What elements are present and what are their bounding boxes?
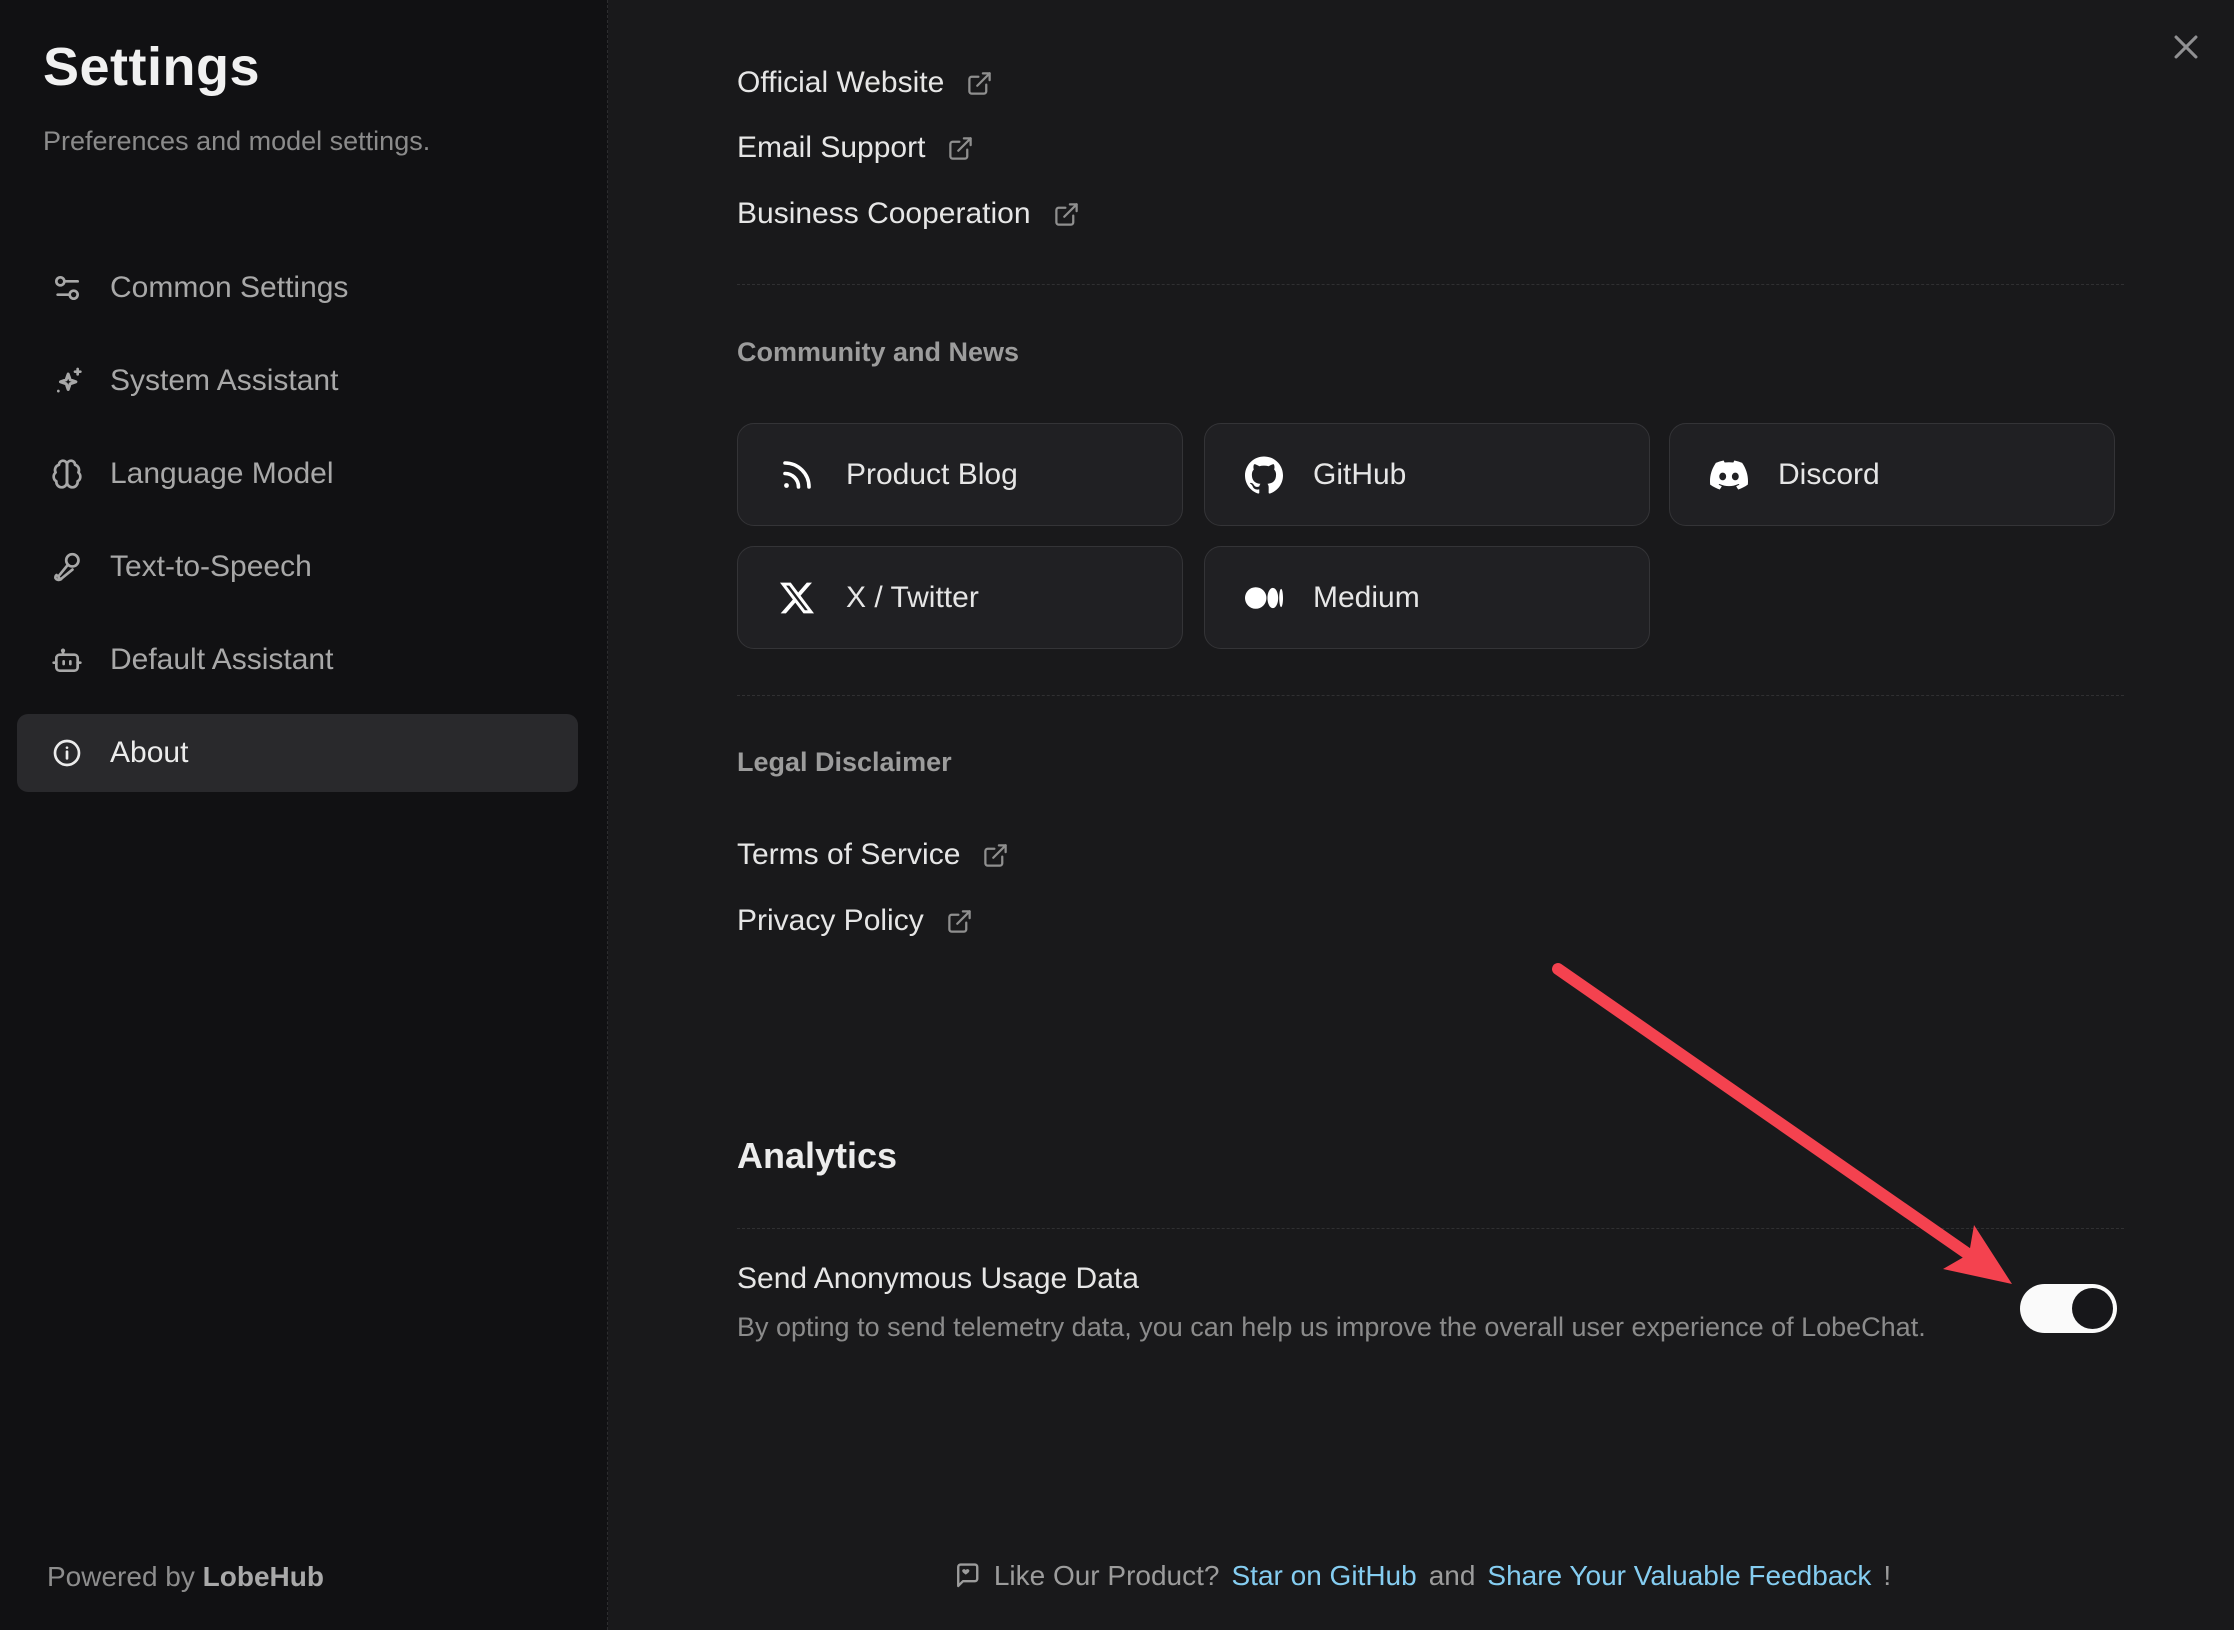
footer-text: ! xyxy=(1883,1560,1891,1592)
sliders-icon xyxy=(50,271,84,305)
share-feedback-link[interactable]: Share Your Valuable Feedback xyxy=(1487,1560,1871,1592)
analytics-heading: Analytics xyxy=(737,1135,897,1177)
footer-text: and xyxy=(1429,1560,1476,1592)
sidebar-item-label: Language Model xyxy=(110,457,334,491)
privacy-policy-link[interactable]: Privacy Policy xyxy=(737,901,973,941)
link-label: Email Support xyxy=(737,131,925,165)
github-icon xyxy=(1245,456,1283,494)
info-icon xyxy=(50,736,84,770)
github-button[interactable]: GitHub xyxy=(1204,423,1650,526)
section-divider xyxy=(737,695,2124,696)
message-heart-icon xyxy=(951,1561,982,1592)
close-icon xyxy=(2169,30,2203,64)
feedback-footer: Like Our Product? Star on GitHub and Sha… xyxy=(608,1560,2234,1592)
settings-sidebar: Settings Preferences and model settings.… xyxy=(0,0,608,1630)
email-support-link[interactable]: Email Support xyxy=(737,128,974,168)
discord-icon xyxy=(1710,456,1748,494)
bot-icon xyxy=(50,643,84,677)
external-link-icon xyxy=(966,70,993,97)
about-panel: Contact Us Official Website Email Suppor… xyxy=(608,0,2234,1630)
settings-nav: Common Settings System Assistant Languag… xyxy=(17,249,578,792)
sidebar-item-text-to-speech[interactable]: Text-to-Speech xyxy=(17,528,578,606)
sidebar-item-default-assistant[interactable]: Default Assistant xyxy=(17,621,578,699)
x-twitter-icon xyxy=(778,579,816,617)
sidebar-item-label: Common Settings xyxy=(110,271,348,305)
button-label: Product Blog xyxy=(846,458,1018,492)
settings-modal: Settings Preferences and model settings.… xyxy=(0,0,2234,1630)
external-link-icon xyxy=(946,908,973,935)
close-button[interactable] xyxy=(2164,25,2208,69)
link-label: Business Cooperation xyxy=(737,197,1031,231)
page-title: Settings xyxy=(43,36,260,98)
button-label: GitHub xyxy=(1313,458,1406,492)
telemetry-setting-title: Send Anonymous Usage Data xyxy=(737,1262,1139,1296)
sidebar-item-about[interactable]: About xyxy=(17,714,578,792)
contact-us-heading: Contact Us xyxy=(737,0,895,7)
sidebar-item-common-settings[interactable]: Common Settings xyxy=(17,249,578,327)
external-link-icon xyxy=(982,842,1009,869)
medium-icon xyxy=(1245,579,1283,617)
telemetry-toggle[interactable] xyxy=(2020,1284,2117,1333)
section-divider xyxy=(737,1228,2124,1229)
powered-by-text: Powered by xyxy=(47,1561,195,1592)
brain-icon xyxy=(50,457,84,491)
sidebar-item-label: Text-to-Speech xyxy=(110,550,312,584)
sidebar-item-label: Default Assistant xyxy=(110,643,333,677)
terms-of-service-link[interactable]: Terms of Service xyxy=(737,835,1009,875)
x-twitter-button[interactable]: X / Twitter xyxy=(737,546,1183,649)
external-link-icon xyxy=(1053,201,1080,228)
discord-button[interactable]: Discord xyxy=(1669,423,2115,526)
community-heading: Community and News xyxy=(737,337,1019,368)
sidebar-item-label: About xyxy=(110,736,188,770)
button-label: Discord xyxy=(1778,458,1880,492)
link-label: Privacy Policy xyxy=(737,904,924,938)
mic-icon xyxy=(50,550,84,584)
product-blog-button[interactable]: Product Blog xyxy=(737,423,1183,526)
sidebar-item-system-assistant[interactable]: System Assistant xyxy=(17,342,578,420)
powered-by: Powered by LobeHub xyxy=(47,1561,324,1593)
brand-logo: LobeHub xyxy=(203,1561,324,1592)
medium-button[interactable]: Medium xyxy=(1204,546,1650,649)
business-cooperation-link[interactable]: Business Cooperation xyxy=(737,194,1080,234)
legal-heading: Legal Disclaimer xyxy=(737,747,952,778)
sidebar-item-language-model[interactable]: Language Model xyxy=(17,435,578,513)
footer-text: Like Our Product? xyxy=(994,1560,1220,1592)
toggle-knob xyxy=(2072,1288,2113,1329)
link-label: Official Website xyxy=(737,66,944,100)
section-divider xyxy=(737,284,2124,285)
sparkles-icon xyxy=(50,364,84,398)
rss-icon xyxy=(778,456,816,494)
button-label: X / Twitter xyxy=(846,581,979,615)
page-subtitle: Preferences and model settings. xyxy=(43,126,430,157)
link-label: Terms of Service xyxy=(737,838,960,872)
button-label: Medium xyxy=(1313,581,1420,615)
sidebar-item-label: System Assistant xyxy=(110,364,338,398)
telemetry-setting-description: By opting to send telemetry data, you ca… xyxy=(737,1312,1926,1343)
official-website-link[interactable]: Official Website xyxy=(737,63,993,103)
star-on-github-link[interactable]: Star on GitHub xyxy=(1231,1560,1416,1592)
external-link-icon xyxy=(947,135,974,162)
